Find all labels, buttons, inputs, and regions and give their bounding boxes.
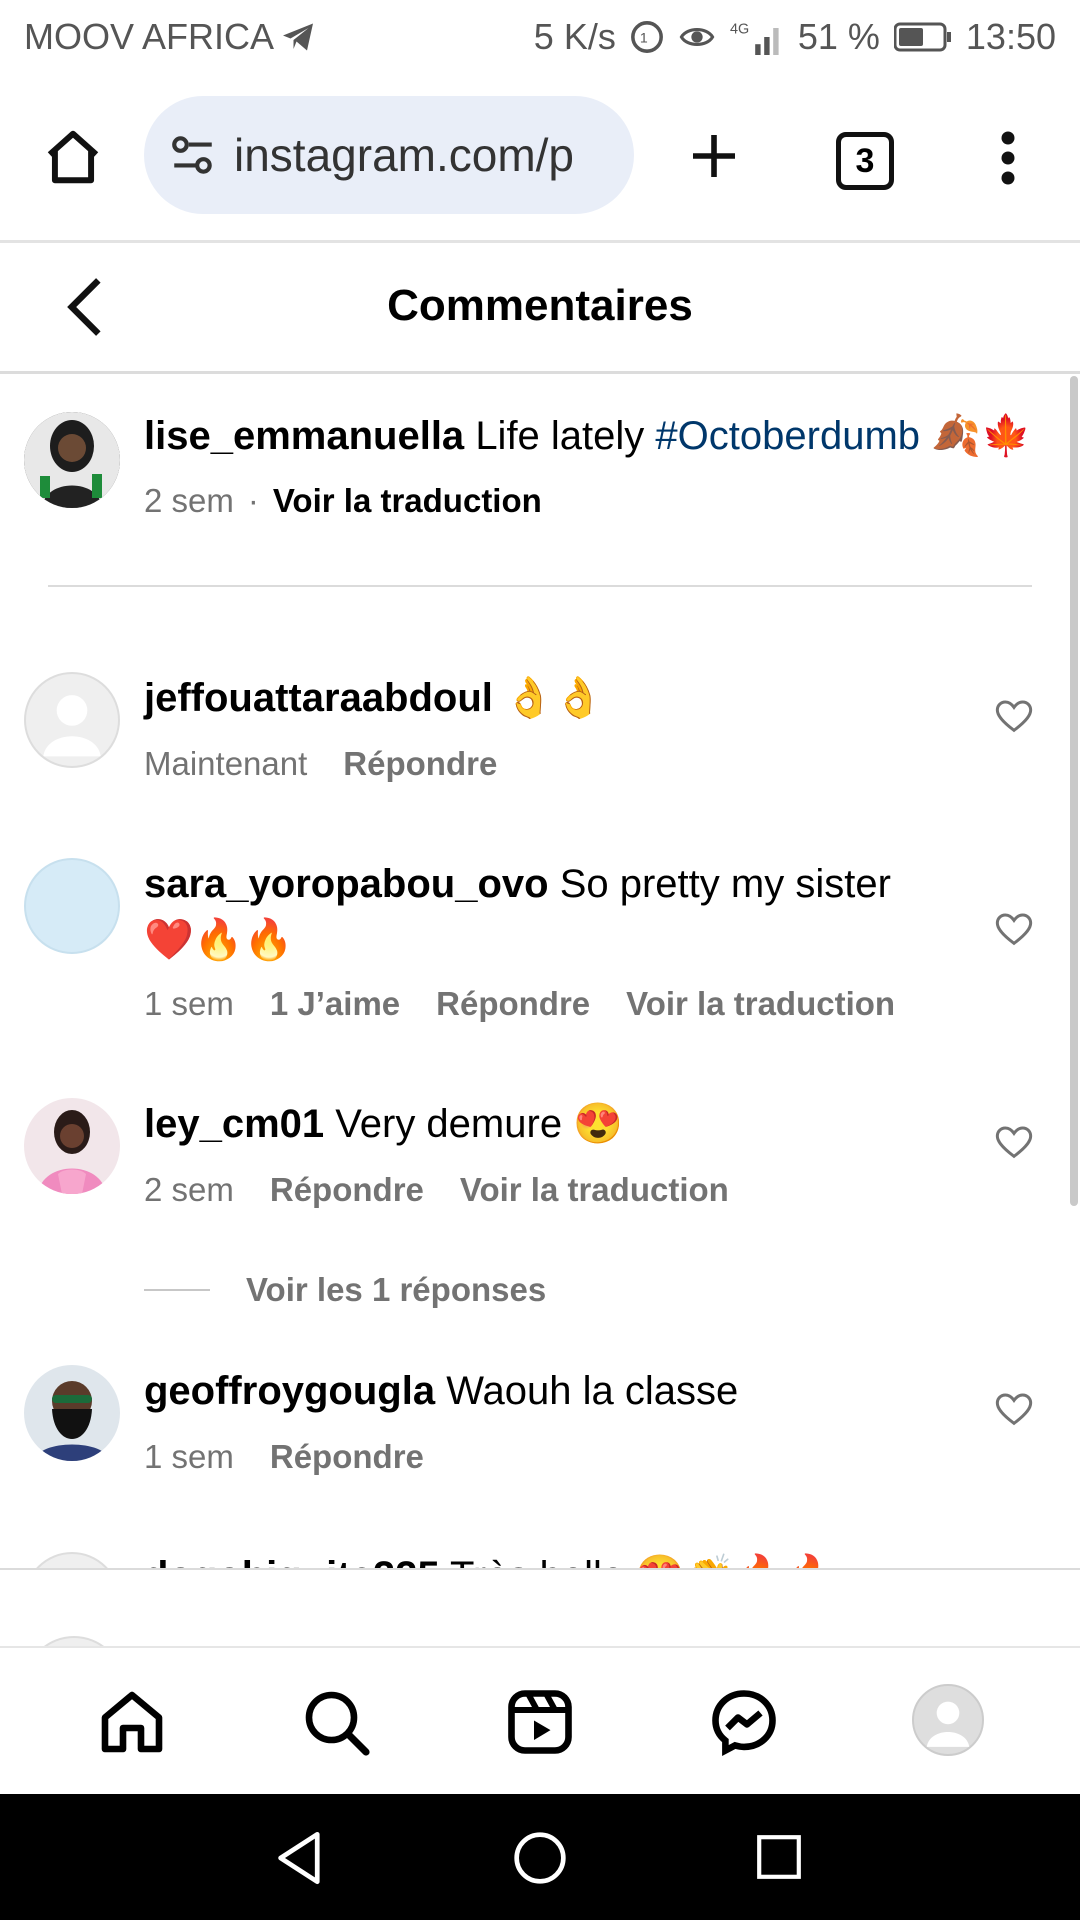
reply-button[interactable]: Répondre xyxy=(270,1438,424,1476)
comment-text: jeffouattaraabdoul 👌👌 xyxy=(144,670,964,726)
status-bar: MOOV AFRICA 5 K/s 1 4G 51 % 13:50 xyxy=(0,0,1080,76)
comment-emoji: ❤️🔥🔥 xyxy=(144,918,294,962)
url-text: instagram.com/p xyxy=(234,129,575,181)
default-avatar-icon xyxy=(926,1701,970,1747)
caption-text: lise_emmanuella Life lately #Octoberdumb… xyxy=(144,408,1064,464)
caption-body: Life lately xyxy=(475,414,645,458)
avatar[interactable] xyxy=(24,412,120,508)
hashtag-link[interactable]: #Octoberdumb xyxy=(655,414,920,458)
comment-body: Waouh la classe xyxy=(446,1369,739,1413)
caption-translate-button[interactable]: Voir la traduction xyxy=(273,482,542,520)
system-home-icon[interactable] xyxy=(512,1830,568,1886)
avatar-photo xyxy=(24,412,120,508)
comment-username[interactable]: geoffroygougla xyxy=(144,1369,435,1413)
comment-username[interactable]: sara_yoropabou_ovo xyxy=(144,862,549,906)
svg-text:1: 1 xyxy=(640,31,648,47)
comments-header: Commentaires xyxy=(0,243,1080,374)
home-icon[interactable] xyxy=(96,1686,168,1758)
system-nav-bar xyxy=(0,1794,1080,1920)
battery-icon xyxy=(893,22,951,52)
data-saver-icon: 1 xyxy=(630,21,663,53)
comment-time: 2 sem xyxy=(144,1171,234,1208)
divider xyxy=(48,585,1032,587)
scrollbar[interactable] xyxy=(1070,376,1078,1206)
bottom-nav xyxy=(0,1646,1080,1796)
caption-emoji: 🍂🍁 xyxy=(931,414,1031,458)
carrier-name: MOOV AFRICA xyxy=(24,16,275,57)
eye-comfort-icon xyxy=(679,28,715,46)
comment-meta: 2 sem Répondre Voir la traduction xyxy=(144,1171,729,1209)
battery-percent: 51 % xyxy=(797,16,880,57)
avatar-photo xyxy=(24,1365,120,1461)
translate-button[interactable]: Voir la traduction xyxy=(626,985,895,1023)
caption-username[interactable]: lise_emmanuella xyxy=(144,414,464,458)
translate-button[interactable]: Voir la traduction xyxy=(460,1171,729,1209)
overflow-menu-icon[interactable] xyxy=(990,128,1026,188)
comment-body: 👌👌 xyxy=(504,676,604,720)
comment-text: ley_cm01 Very demure 😍 xyxy=(144,1096,964,1152)
signal-icon: 4G xyxy=(730,21,779,55)
avatar[interactable] xyxy=(24,1098,120,1194)
site-settings-icon[interactable] xyxy=(168,130,218,180)
clock: 13:50 xyxy=(965,16,1056,57)
browser-toolbar: instagram.com/p 3 xyxy=(0,76,1080,243)
messenger-icon[interactable] xyxy=(708,1686,780,1758)
network-speed: 5 K/s xyxy=(533,16,616,57)
search-icon[interactable] xyxy=(300,1686,372,1758)
heart-icon[interactable] xyxy=(994,1123,1034,1163)
replies-line xyxy=(144,1289,210,1291)
telegram-icon xyxy=(283,23,314,51)
page-title: Commentaires xyxy=(387,281,693,330)
comment-time: 1 sem xyxy=(144,1438,234,1475)
avatar[interactable] xyxy=(24,1365,120,1461)
profile-icon[interactable] xyxy=(912,1684,984,1756)
comment-username[interactable]: jeffouattaraabdoul xyxy=(144,676,493,720)
heart-icon[interactable] xyxy=(994,1390,1034,1430)
comment-time: 1 sem xyxy=(144,985,234,1022)
comment-meta: 1 sem Répondre xyxy=(144,1438,424,1476)
comment-body: Very demure 😍 xyxy=(335,1102,623,1146)
view-replies-label: Voir les 1 réponses xyxy=(246,1271,547,1308)
comment-meta: 1 sem 1 J’aime Répondre Voir la traducti… xyxy=(144,985,895,1023)
avatar[interactable] xyxy=(24,858,120,954)
comment-body: So pretty my sister xyxy=(559,862,891,906)
comment-text: sara_yoropabou_ovo So pretty my sister ❤… xyxy=(144,856,964,968)
svg-text:4G: 4G xyxy=(730,21,749,37)
caption-meta: 2 sem · Voir la traduction xyxy=(144,482,542,520)
likes-count[interactable]: 1 J’aime xyxy=(270,985,400,1023)
heart-icon[interactable] xyxy=(994,697,1034,737)
avatar-photo xyxy=(24,1098,120,1194)
tab-count: 3 xyxy=(855,141,875,180)
avatar xyxy=(24,1636,124,1646)
home-icon[interactable] xyxy=(42,126,104,188)
meta-separator: · xyxy=(247,482,259,519)
new-tab-icon[interactable] xyxy=(686,128,742,184)
system-back-icon[interactable] xyxy=(274,1830,326,1886)
default-avatar-icon xyxy=(43,695,101,757)
reply-button[interactable]: Répondre xyxy=(343,745,497,783)
comment-time: Maintenant xyxy=(144,745,308,782)
address-bar[interactable]: instagram.com/p xyxy=(144,96,634,214)
reply-button[interactable]: Répondre xyxy=(270,1171,424,1209)
reels-icon[interactable] xyxy=(504,1686,576,1758)
comment-text: geoffroygougla Waouh la classe xyxy=(144,1363,964,1419)
tabs-icon[interactable]: 3 xyxy=(836,132,894,190)
comment-username[interactable]: ley_cm01 xyxy=(144,1102,324,1146)
caption-time: 2 sem xyxy=(144,482,234,519)
comment-input-area[interactable] xyxy=(0,1570,1080,1646)
reply-button[interactable]: Répondre xyxy=(436,985,590,1023)
avatar[interactable] xyxy=(24,672,120,768)
heart-icon[interactable] xyxy=(994,910,1034,950)
system-recents-icon[interactable] xyxy=(754,1832,804,1882)
view-replies-button[interactable]: Voir les 1 réponses xyxy=(246,1271,546,1309)
comment-meta: Maintenant Répondre xyxy=(144,745,497,783)
